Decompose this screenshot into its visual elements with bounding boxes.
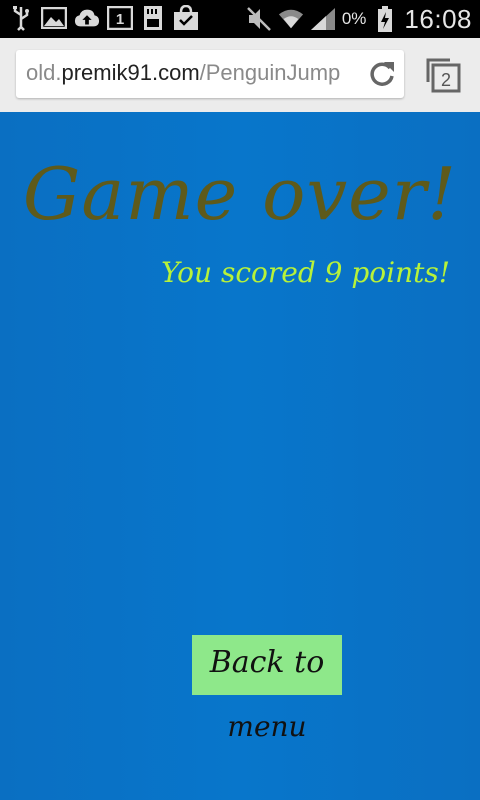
back-to-menu-button[interactable]: Back to	[192, 635, 342, 695]
muted-icon	[246, 6, 272, 32]
battery-charging-icon	[372, 6, 398, 32]
svg-text:1: 1	[116, 11, 124, 28]
url-text[interactable]: old.premik91.com/PenguinJump	[26, 60, 356, 86]
game-over-title: Game over!	[22, 152, 458, 236]
url-field[interactable]: old.premik91.com/PenguinJump	[16, 50, 404, 98]
tab-count: 2	[441, 70, 451, 90]
reload-icon[interactable]	[368, 60, 396, 88]
sim-1-icon: 1	[107, 5, 133, 31]
signal-icon	[310, 6, 336, 32]
url-prefix: old.	[26, 60, 62, 85]
back-button-label: Back to	[209, 645, 325, 680]
sd-card-icon	[140, 5, 166, 31]
wifi-icon	[278, 6, 304, 32]
battery-percent: 0%	[341, 9, 367, 28]
browser-toolbar: old.premik91.com/PenguinJump 2	[0, 38, 480, 112]
tab-switcher-button[interactable]: 2	[424, 56, 462, 94]
image-icon	[41, 5, 67, 31]
score-text: You scored 9 points!	[161, 256, 450, 289]
game-canvas: Game over! You scored 9 points! Back to …	[0, 112, 480, 800]
status-bar: 1 0% 16:08	[0, 0, 480, 38]
cloud-upload-icon	[74, 5, 100, 31]
usb-icon	[8, 5, 34, 31]
url-domain: premik91.com	[61, 60, 200, 85]
status-clock: 16:08	[404, 3, 472, 34]
back-button-label-overflow: menu	[227, 710, 307, 743]
url-path: /PenguinJump	[199, 60, 341, 85]
shopping-bag-icon	[173, 5, 199, 31]
